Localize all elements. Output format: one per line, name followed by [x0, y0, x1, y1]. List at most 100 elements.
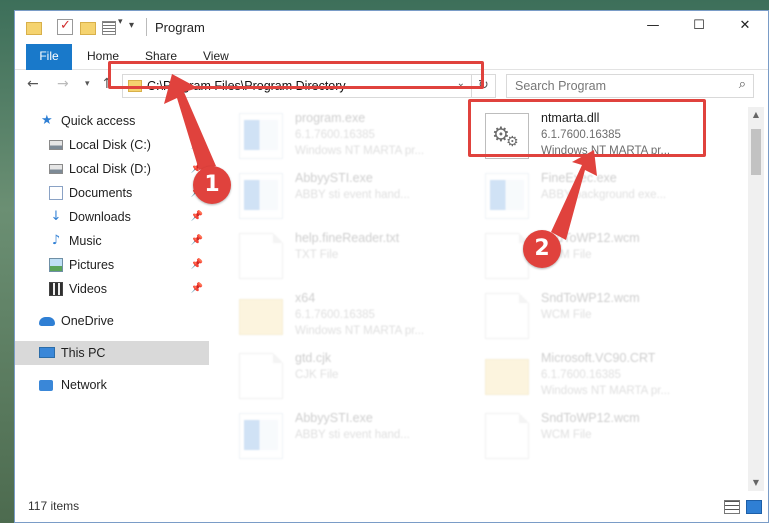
explorer-window: ▾ ▾ Program — ☐ ✕ File Home Share View ←…: [14, 10, 769, 523]
file-item-ntmarta-dll[interactable]: ⚙ ⚙ ntmarta.dll 6.1.7600.16385 Windows N…: [485, 109, 725, 165]
sidebar-item-label: Local Disk (C:): [69, 138, 151, 152]
sidebar-item-pictures[interactable]: Pictures 📌: [15, 253, 209, 277]
address-dropdown-icon[interactable]: ⌄: [457, 78, 465, 89]
customize-toolbar-icon[interactable]: ▾: [129, 20, 134, 31]
pin-icon[interactable]: 📌: [191, 253, 203, 277]
tab-share[interactable]: Share: [131, 44, 191, 70]
search-box[interactable]: ⌕: [506, 74, 754, 98]
details-icon[interactable]: [101, 19, 117, 35]
tab-file[interactable]: File: [26, 44, 72, 70]
large-icons-view-icon[interactable]: [746, 500, 762, 514]
pictures-icon: [49, 258, 63, 272]
music-icon: ♪: [51, 233, 61, 248]
exe-file-icon: [239, 413, 283, 459]
maximize-button[interactable]: ☐: [676, 11, 722, 41]
folder-icon: [239, 299, 283, 335]
ribbon-tabs: File Home Share View: [15, 44, 768, 70]
address-bar[interactable]: C:\Program Files\Program Directory ⌄ ↻: [122, 74, 496, 98]
file-list: program.exe 6.1.7600.16385 Windows NT MA…: [213, 107, 749, 491]
item-count: 117 items: [28, 499, 80, 513]
sidebar-item-quick-access[interactable]: ★ Quick access: [15, 109, 209, 133]
callout-step-1: 1: [193, 166, 231, 204]
sidebar-item-label: Quick access: [61, 114, 136, 128]
address-path[interactable]: C:\Program Files\Program Directory: [147, 79, 346, 93]
exe-file-icon: [485, 173, 529, 219]
sidebar-item-label: Pictures: [69, 258, 115, 272]
sidebar-item-network[interactable]: Network: [15, 373, 209, 397]
file-version: 6.1.7600.16385: [541, 129, 621, 141]
sidebar-item-local-disk-d[interactable]: Local Disk (D:) 📌: [15, 157, 209, 181]
tab-view[interactable]: View: [189, 44, 243, 70]
tab-home[interactable]: Home: [73, 44, 133, 70]
file-type: WCM File: [541, 309, 592, 321]
pin-icon[interactable]: 📌: [191, 277, 203, 301]
file-description: Windows NT MARTA pr...: [541, 145, 671, 157]
file-item[interactable]: SndToWP12.wcm WCM File: [485, 409, 725, 465]
exe-file-icon: [239, 173, 283, 219]
properties-check-icon[interactable]: [57, 18, 73, 35]
address-row: ← → ▾ ↑ C:\Program Files\Program Directo…: [15, 71, 768, 101]
sidebar-item-label: Music: [69, 234, 102, 248]
callout-step-2: 2: [523, 230, 561, 268]
pin-icon[interactable]: 📌: [191, 205, 203, 229]
pin-icon[interactable]: 📌: [191, 229, 203, 253]
search-input[interactable]: [507, 75, 727, 97]
new-folder-icon[interactable]: [79, 19, 96, 35]
status-bar: 117 items: [15, 492, 768, 522]
file-name: FineExec.exe: [541, 171, 617, 185]
vertical-scrollbar[interactable]: ▲ ▼: [748, 107, 764, 491]
back-arrow-icon[interactable]: ←: [27, 76, 39, 92]
file-description: Windows NT MARTA pr...: [295, 145, 425, 157]
sidebar-item-downloads[interactable]: ↓ Downloads 📌: [15, 205, 209, 229]
sidebar-item-videos[interactable]: Videos 📌: [15, 277, 209, 301]
recent-locations-icon[interactable]: ▾: [85, 79, 90, 89]
search-icon[interactable]: ⌕: [739, 77, 746, 92]
file-item[interactable]: FineExec.exe ABBY background exe...: [485, 169, 725, 225]
minimize-button[interactable]: —: [630, 11, 676, 41]
details-view-icon[interactable]: [724, 500, 740, 514]
scroll-up-icon[interactable]: ▲: [748, 107, 764, 123]
file-name: x64: [295, 291, 316, 305]
file-type: TXT File: [295, 249, 339, 261]
folder-icon: [128, 80, 142, 92]
scrollbar-thumb[interactable]: [751, 129, 761, 175]
text-file-icon: [239, 233, 283, 279]
gear-icon: ⚙: [506, 134, 519, 150]
file-version: 6.1.7600.16385: [295, 129, 375, 141]
chevron-down-icon[interactable]: ▾: [118, 17, 123, 27]
file-description: ABBY background exe...: [541, 189, 667, 201]
file-item[interactable]: help.fineReader.txt TXT File: [239, 229, 479, 285]
file-item[interactable]: SndToWP12.wcm WCM File: [485, 229, 725, 285]
folder-icon[interactable]: [25, 19, 42, 35]
sidebar-item-label: Documents: [69, 186, 133, 200]
sidebar-item-onedrive[interactable]: OneDrive: [15, 309, 209, 333]
file-version: 6.1.7600.16385: [541, 369, 621, 381]
pin-icon[interactable]: 📌: [191, 133, 203, 157]
sidebar-item-documents[interactable]: Documents 📌: [15, 181, 209, 205]
file-item[interactable]: program.exe 6.1.7600.16385 Windows NT MA…: [239, 109, 479, 165]
sidebar-item-this-pc[interactable]: This PC: [15, 341, 209, 365]
file-item[interactable]: AbbyySTI.exe ABBY sti event hand...: [239, 169, 479, 225]
refresh-icon[interactable]: ↻: [471, 75, 495, 97]
sidebar-item-label: Local Disk (D:): [69, 162, 151, 176]
forward-arrow-icon[interactable]: →: [57, 76, 69, 92]
up-arrow-icon[interactable]: ↑: [101, 76, 113, 92]
videos-icon: [49, 282, 63, 296]
file-item[interactable]: gtd.cjk CJK File: [239, 349, 479, 405]
file-name: ntmarta.dll: [541, 111, 600, 125]
file-item[interactable]: AbbyySTI.exe ABBY sti event hand...: [239, 409, 479, 465]
sidebar-item-local-disk-c[interactable]: Local Disk (C:) 📌: [15, 133, 209, 157]
file-icon: [239, 353, 283, 399]
close-button[interactable]: ✕: [722, 11, 768, 41]
cloud-icon: [39, 317, 55, 326]
file-item[interactable]: Microsoft.VC90.CRT 6.1.7600.16385 Window…: [485, 349, 725, 405]
file-description: Windows NT MARTA pr...: [541, 385, 671, 397]
file-item[interactable]: x64 6.1.7600.16385 Windows NT MARTA pr..…: [239, 289, 479, 345]
sidebar-item-label: This PC: [61, 346, 106, 360]
sidebar-item-music[interactable]: ♪ Music 📌: [15, 229, 209, 253]
scroll-down-icon[interactable]: ▼: [748, 475, 764, 491]
download-icon: ↓: [50, 209, 62, 224]
dll-file-icon: ⚙ ⚙: [485, 113, 529, 159]
file-name: SndToWP12.wcm: [541, 291, 640, 305]
file-item[interactable]: SndToWP12.wcm WCM File: [485, 289, 725, 345]
